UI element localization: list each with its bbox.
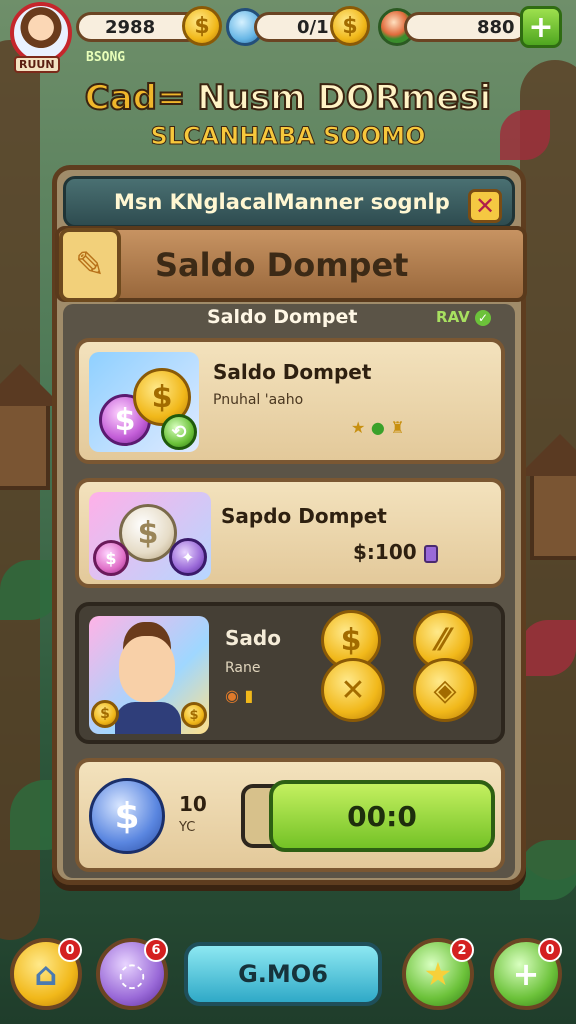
cup-icon: ⌂ (34, 955, 58, 993)
banner-title: Saldo Dompet (155, 246, 409, 284)
gold-coin-icon: $ (182, 6, 222, 46)
screen-title: Cad= Nusm DORmesi (0, 77, 576, 119)
player-avatar[interactable]: RUUN (10, 2, 76, 74)
reward-icons: ◉ ▮ (225, 686, 254, 705)
nav-chat-button[interactable]: ◌ 6 (96, 938, 168, 1010)
small-subvalue: YC (179, 820, 196, 835)
blue-coin-icon: $ (89, 778, 165, 854)
nav-add-button[interactable]: + 0 (490, 938, 562, 1010)
gem-value: 0/1 (297, 16, 329, 38)
screen-subtitle: SLCANHABA SOOMO (150, 122, 426, 151)
notification-badge: 0 (58, 938, 82, 962)
wallet-panel: Msn KNglacalManner sognlp ✕ ✎ Saldo Domp… (52, 165, 527, 885)
plus-icon: + (512, 955, 540, 993)
nav-star-button[interactable]: ★ 2 (402, 938, 474, 1010)
leaf (0, 560, 60, 620)
character-body (115, 702, 181, 734)
coin-icon: $ (330, 6, 370, 46)
jungle-hut (530, 470, 576, 560)
bottom-nav: ⌂ 0 ◌ 6 G.MO6 ★ 2 + 0 (0, 930, 576, 1024)
ticket-icon (423, 544, 438, 563)
chips-image: $ $ ✦ (89, 492, 211, 580)
notification-badge: 0 (538, 938, 562, 962)
card-title: Saldo Dompet (213, 360, 372, 384)
small-value: 10 (179, 792, 207, 816)
wallet-card-coins[interactable]: $ $ ⟲ Saldo Dompet Pnuhal 'aaho ★ ● ♜ (75, 338, 505, 464)
avatar-name-label: RUUN (14, 56, 60, 73)
coin-icon: $ (91, 700, 119, 728)
main-action-button[interactable]: G.MO6 (184, 942, 382, 1006)
card-price: $:100 (353, 540, 438, 564)
gold-coin-icon: ◈ (413, 658, 477, 722)
coin-cards-image: $ $ ⟲ (89, 352, 199, 452)
chat-icon: ◌ (118, 955, 146, 993)
section-badge: RAV ✓ (436, 308, 491, 326)
wallet-banner: ✎ Saldo Dompet (55, 226, 527, 302)
sub-label: BSONG (86, 50, 126, 65)
section-title: Saldo Dompet (207, 306, 358, 328)
reward-icons: ★ ● ♜ (351, 418, 405, 437)
title-accent: Cad= (84, 77, 187, 119)
title-main: Nusm DORmesi (185, 77, 492, 119)
card-title: Sado (225, 626, 281, 650)
feather-icon: ✎ (59, 228, 121, 302)
card-title: Sapdo Dompet (221, 504, 387, 528)
card-subtitle: Pnuhal 'aaho (213, 392, 304, 408)
jungle-hut (0, 400, 50, 490)
check-icon: ✓ (475, 310, 491, 326)
confirm-button-label: 00:0 (347, 799, 417, 833)
main-action-label: G.MO6 (238, 960, 328, 988)
character-portrait: $ $ (89, 616, 209, 734)
panel-header-text: Msn KNglacalManner sognlp (114, 190, 450, 214)
panel-header: Msn KNglacalManner sognlp ✕ (63, 176, 515, 228)
confirm-button[interactable]: 00:0 (269, 780, 495, 852)
nav-cup-button[interactable]: ⌂ 0 (10, 938, 82, 1010)
gold-coin-icon: ✕ (321, 658, 385, 722)
star-icon: ★ (423, 955, 453, 993)
coin-icon: $ (181, 702, 207, 728)
character-face (119, 636, 175, 702)
top-hud: RUUN 2988 $ 0/1 $ 880 + BSONG (0, 0, 576, 80)
price-value: $:100 (353, 540, 417, 564)
wallet-action-card: $ 10 YC 00:0 (75, 758, 505, 872)
notification-badge: 2 (450, 938, 474, 962)
wallet-card-chips[interactable]: $ $ ✦ Sapdo Dompet $:100 (75, 478, 505, 588)
section-badge-text: RAV (436, 308, 470, 326)
notification-badge: 6 (144, 938, 168, 962)
leaf (520, 840, 576, 900)
wallet-card-character[interactable]: $ $ Sado Rane ◉ ▮ $ ✕ ⁄⁄ ◈ (75, 602, 505, 744)
add-currency-button[interactable]: + (520, 6, 562, 48)
coin-icon: $ (93, 540, 129, 576)
fruit-value: 880 (477, 16, 515, 38)
avatar-portrait (10, 2, 72, 64)
close-button[interactable]: ✕ (468, 189, 502, 223)
coin-icon: ⟲ (161, 414, 197, 450)
leaf (520, 620, 576, 676)
fruit-counter: 880 (404, 12, 528, 42)
coin-icon: ✦ (169, 538, 207, 576)
gold-value: 2988 (105, 16, 156, 38)
card-subtitle: Rane (225, 660, 261, 676)
